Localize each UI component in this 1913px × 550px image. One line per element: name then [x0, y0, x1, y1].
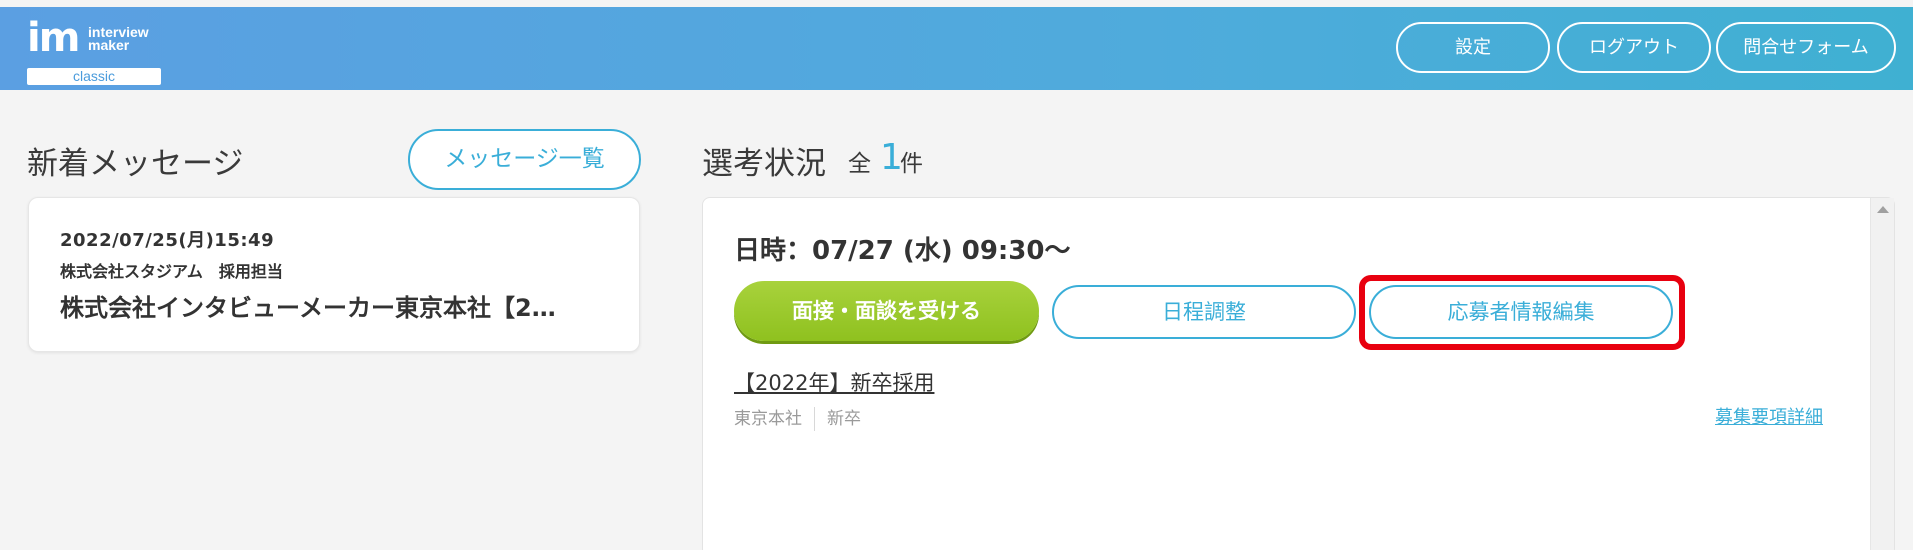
- job-location: 東京本社: [734, 409, 802, 429]
- job-posting-title[interactable]: 【2022年】新卒採用: [734, 367, 934, 397]
- total-label: 全: [848, 151, 871, 177]
- scroll-up-arrow-icon[interactable]: [1877, 206, 1889, 213]
- meta-divider: [814, 407, 815, 431]
- count-unit: 件: [900, 151, 923, 177]
- interview-maker-logo[interactable]: im interview maker classic: [27, 12, 162, 85]
- contact-form-button[interactable]: 問合せフォーム: [1716, 22, 1896, 73]
- message-date: 2022/07/25(月)15:49: [60, 230, 275, 251]
- schedule-adjust-button[interactable]: 日程調整: [1052, 285, 1356, 339]
- logout-button[interactable]: ログアウト: [1557, 22, 1711, 73]
- logo-mark: im: [27, 15, 80, 61]
- job-category: 新卒: [827, 409, 861, 429]
- card-scrollbar[interactable]: [1870, 198, 1894, 550]
- message-subject: 株式会社インタビューメーカー東京本社【2…: [60, 294, 556, 322]
- new-messages-title: 新着メッセージ: [27, 146, 244, 182]
- settings-button[interactable]: 設定: [1396, 22, 1550, 73]
- logo-badge: classic: [27, 68, 161, 85]
- logo-line2: maker: [88, 37, 130, 53]
- top-header: im interview maker classic 設定 ログアウト 問合せフ…: [0, 7, 1913, 90]
- interview-datetime: 日時：07/27 (水) 09:30〜: [734, 236, 1071, 266]
- highlight-box: [1359, 275, 1685, 350]
- job-meta: 東京本社 新卒: [734, 404, 861, 431]
- take-interview-button[interactable]: 面接・面談を受ける: [734, 281, 1039, 341]
- message-sender: 株式会社スタジアム 採用担当: [60, 262, 283, 281]
- logo-wordmark: interview maker: [88, 25, 149, 53]
- message-list-button[interactable]: メッセージ一覧: [408, 129, 641, 190]
- job-detail-link[interactable]: 募集要項詳細: [1715, 403, 1823, 429]
- message-card[interactable]: 2022/07/25(月)15:49 株式会社スタジアム 採用担当 株式会社イン…: [28, 197, 640, 352]
- selection-status-title: 選考状況: [702, 146, 826, 182]
